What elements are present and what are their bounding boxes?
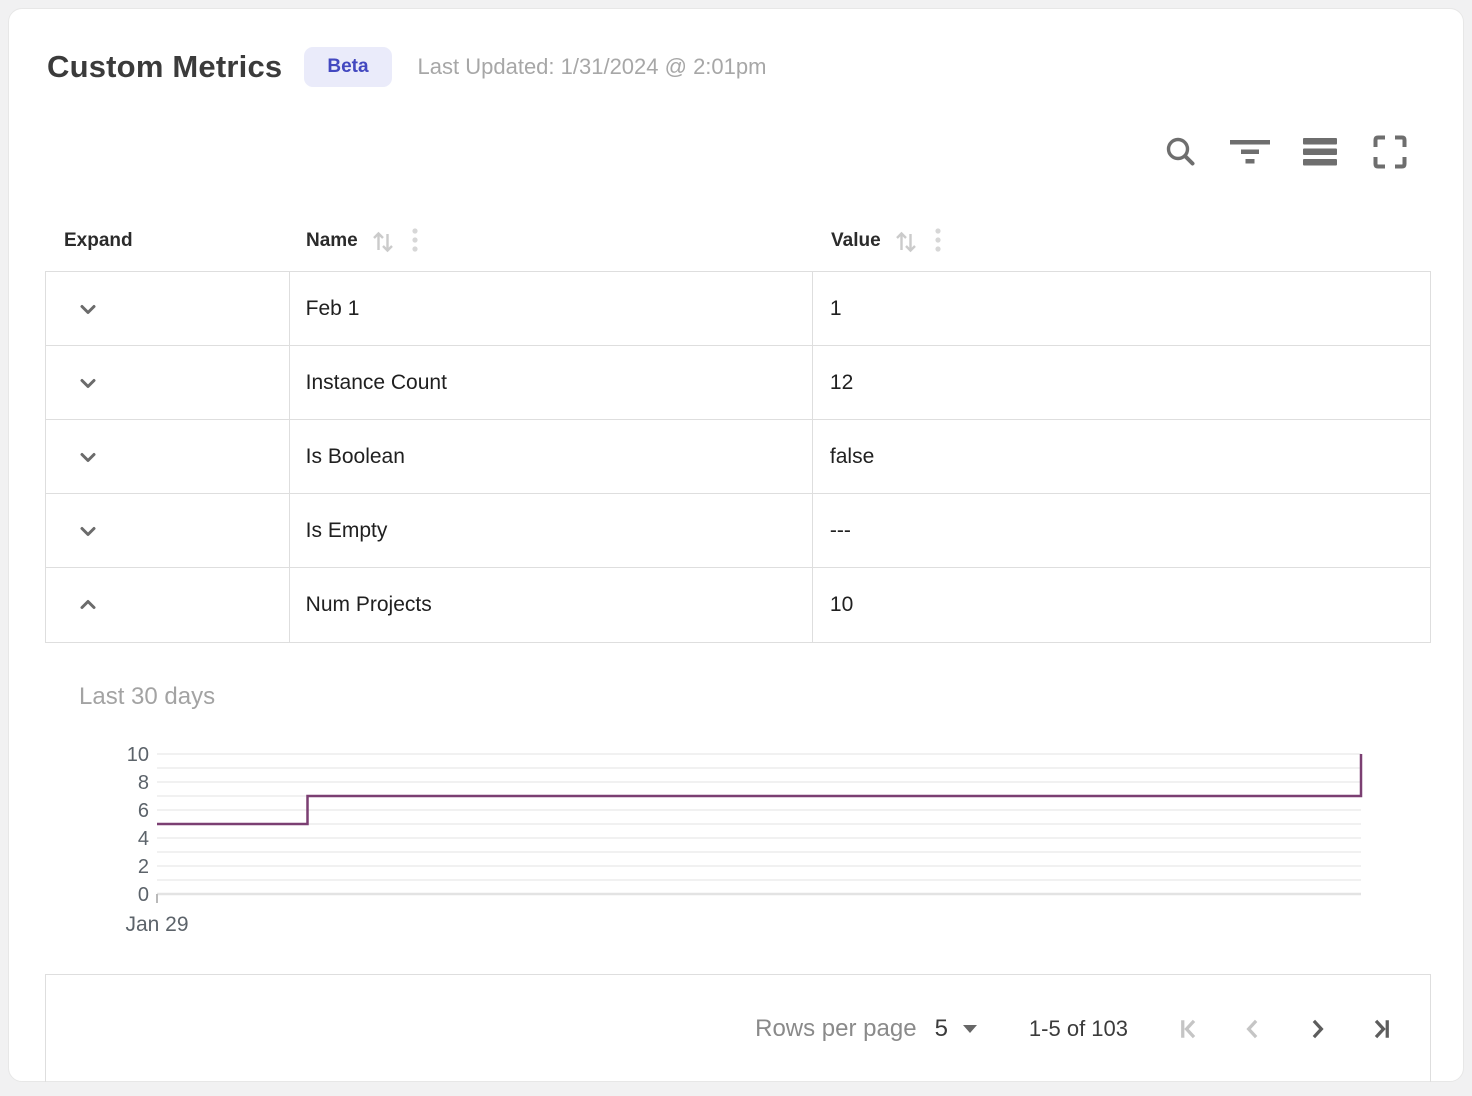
- first-page-icon: [1174, 1014, 1204, 1044]
- chevron-down-icon: [74, 295, 102, 323]
- table-row[interactable]: Instance Count 12: [46, 346, 1430, 420]
- y-axis-tick-label: 10: [127, 744, 149, 766]
- chart-title: Last 30 days: [79, 683, 215, 711]
- beta-badge: Beta: [304, 47, 391, 87]
- metric-value-cell: ---: [812, 494, 1430, 567]
- column-label: Value: [831, 230, 881, 252]
- metric-name-cell: Instance Count: [289, 346, 812, 419]
- fullscreen-button[interactable]: [1369, 131, 1411, 173]
- page-title: Custom Metrics: [47, 49, 282, 85]
- custom-metrics-card: Custom Metrics Beta Last Updated: 1/31/2…: [8, 8, 1464, 1082]
- table-row[interactable]: Is Boolean false: [46, 420, 1430, 494]
- x-axis-tick-label: Jan 29: [125, 913, 188, 936]
- search-icon: [1162, 134, 1198, 170]
- expand-toggle-button[interactable]: [74, 517, 102, 545]
- metric-value-cell: 12: [812, 346, 1430, 419]
- column-label: Expand: [64, 230, 133, 252]
- filter-icon: [1229, 135, 1271, 169]
- column-menu-icon[interactable]: [410, 227, 420, 255]
- expand-cell: [46, 568, 289, 642]
- metric-value-cell: false: [812, 420, 1430, 493]
- expand-cell: [46, 494, 289, 567]
- next-page-button[interactable]: [1302, 1014, 1332, 1044]
- chevron-down-icon: [74, 443, 102, 471]
- expand-cell: [46, 272, 289, 345]
- search-button[interactable]: [1159, 131, 1201, 173]
- y-axis-tick-label: 8: [138, 772, 149, 794]
- column-header-name[interactable]: Name: [289, 227, 813, 255]
- column-header-value[interactable]: Value: [813, 227, 1431, 255]
- metric-name-cell: Num Projects: [289, 568, 812, 642]
- chevron-down-icon: [74, 517, 102, 545]
- y-axis-tick-label: 6: [138, 800, 149, 822]
- metric-line-series: [157, 754, 1361, 824]
- density-button[interactable]: [1299, 131, 1341, 173]
- chevron-left-icon: [1238, 1014, 1268, 1044]
- table-body: Feb 1 1 Instance Count 12 Is Boolean fal…: [45, 271, 1431, 643]
- sort-icon[interactable]: [893, 228, 919, 254]
- expand-cell: [46, 420, 289, 493]
- column-menu-icon[interactable]: [933, 227, 943, 255]
- last-updated-text: Last Updated: 1/31/2024 @ 2:01pm: [418, 54, 767, 80]
- column-label: Name: [306, 230, 358, 252]
- metric-name-cell: Is Empty: [289, 494, 812, 567]
- metric-name-cell: Is Boolean: [289, 420, 812, 493]
- y-axis-tick-label: 0: [138, 884, 149, 906]
- fullscreen-icon: [1373, 135, 1407, 169]
- metric-name-cell: Feb 1: [289, 272, 812, 345]
- table-footer: Rows per page 5 1-5 of 103: [45, 974, 1431, 1082]
- chevron-right-icon: [1302, 1014, 1332, 1044]
- metric-history-chart: 0 2 4 6 8 10 Jan 29: [121, 739, 1381, 949]
- rows-per-page-select[interactable]: 5: [935, 1015, 948, 1043]
- card-header: Custom Metrics Beta Last Updated: 1/31/2…: [47, 47, 766, 87]
- table-row[interactable]: Feb 1 1: [46, 272, 1430, 346]
- pagination-nav: [1174, 1014, 1396, 1044]
- y-axis-tick-label: 2: [138, 856, 149, 878]
- y-axis-tick-label: 4: [138, 828, 149, 850]
- table-row[interactable]: Is Empty ---: [46, 494, 1430, 568]
- chevron-down-icon: [74, 591, 102, 619]
- expand-toggle-button[interactable]: [74, 591, 102, 619]
- metric-value-cell: 1: [812, 272, 1430, 345]
- sort-icon[interactable]: [370, 228, 396, 254]
- expand-toggle-button[interactable]: [74, 443, 102, 471]
- column-header-expand: Expand: [45, 230, 289, 252]
- filter-button[interactable]: [1229, 131, 1271, 173]
- metric-value-cell: 10: [812, 568, 1430, 642]
- expand-cell: [46, 346, 289, 419]
- table-toolbar: [1159, 131, 1411, 173]
- expand-toggle-button[interactable]: [74, 369, 102, 397]
- expand-toggle-button[interactable]: [74, 295, 102, 323]
- previous-page-button[interactable]: [1238, 1014, 1268, 1044]
- last-page-button[interactable]: [1366, 1014, 1396, 1044]
- rows-per-page-label: Rows per page: [755, 1015, 916, 1043]
- density-icon: [1303, 138, 1337, 166]
- table-header-row: Expand Name Value: [45, 211, 1431, 271]
- last-page-icon: [1366, 1014, 1396, 1044]
- caret-down-icon: [963, 1025, 977, 1033]
- table-row[interactable]: Num Projects 10: [46, 568, 1430, 642]
- rows-per-page-caret[interactable]: [963, 1025, 977, 1033]
- first-page-button[interactable]: [1174, 1014, 1204, 1044]
- chevron-down-icon: [74, 369, 102, 397]
- pagination-range: 1-5 of 103: [1029, 1016, 1128, 1042]
